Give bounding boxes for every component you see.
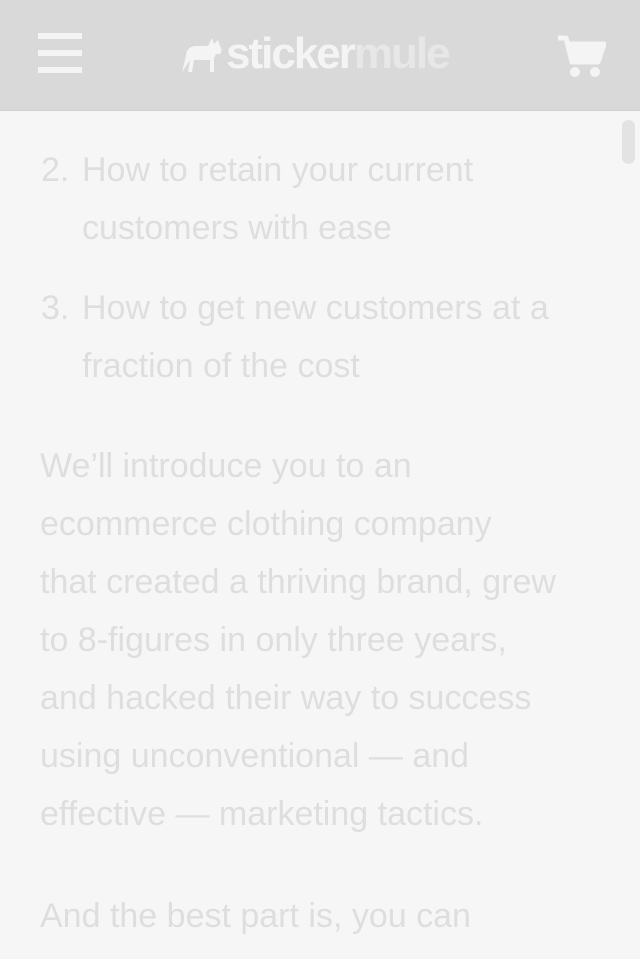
list-item-line: customers with ease — [82, 209, 392, 247]
mule-icon — [182, 38, 222, 72]
list-item-text: How to retain your current customers wit… — [82, 141, 612, 257]
list-item-line: fraction of the cost — [82, 347, 360, 385]
paragraph-line: and hacked their way to success — [40, 679, 532, 717]
paragraph-line: using unconventional — and — [40, 737, 470, 775]
article-content: 2. How to retain your current customers … — [0, 111, 640, 959]
stickermule-logo[interactable]: stickermule — [180, 26, 451, 82]
top-nav-bar: stickermule — [0, 0, 640, 111]
list-item-number: 3. — [41, 289, 70, 327]
list-item-line: How to get new customers at a — [82, 289, 549, 327]
paragraph-line: And the best part is, you can — [40, 897, 471, 935]
list-item-line: How to retain your current — [82, 151, 474, 189]
scrollbar-thumb[interactable] — [622, 120, 635, 164]
paragraph-line: to 8-figures in only three years, — [40, 621, 507, 659]
paragraph-line: ecommerce clothing company — [40, 505, 492, 543]
shopping-cart-icon[interactable] — [556, 34, 607, 78]
paragraph-line: effective — marketing tactics. — [40, 795, 484, 833]
list-item-text: How to get new customers at a fraction o… — [82, 279, 612, 395]
article-paragraph: And the best part is, you can — [40, 887, 610, 945]
hamburger-menu-icon[interactable] — [38, 33, 82, 73]
logo-text-mule: mule — [353, 29, 451, 78]
article-paragraph: We’ll introduce you to an ecommerce clot… — [40, 437, 610, 843]
logo-text: stickermule — [226, 26, 451, 82]
paragraph-line: We’ll introduce you to an — [40, 447, 412, 485]
paragraph-line: that created a thriving brand, grew — [40, 563, 556, 601]
list-item-number: 2. — [41, 151, 70, 189]
logo-text-sticker: sticker — [226, 29, 356, 78]
